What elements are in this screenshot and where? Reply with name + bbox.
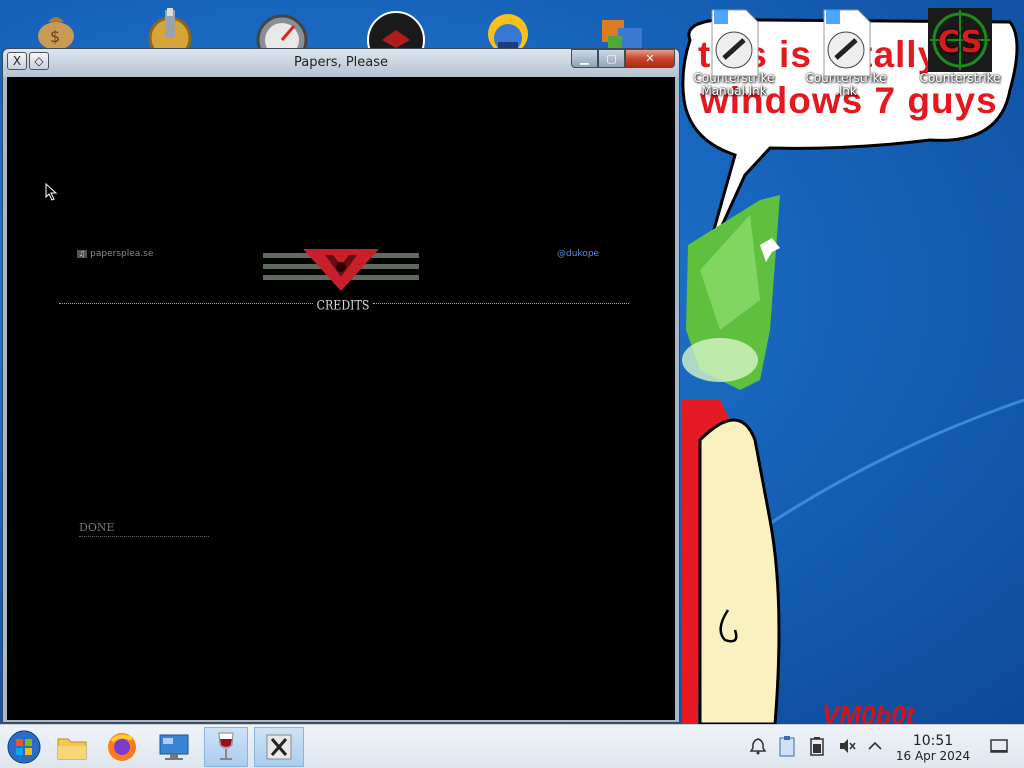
close-button[interactable]: ✕ <box>625 49 675 68</box>
svg-text:$: $ <box>50 27 60 46</box>
wine-glass-icon[interactable] <box>204 727 248 767</box>
svg-text:CS: CS <box>938 25 982 60</box>
desktop-icon-label: Counterstrike <box>919 71 1001 85</box>
website-text: papersplea.se <box>90 249 154 259</box>
credits-divider-left <box>59 303 313 304</box>
taskbar: 10:51 16 Apr 2024 <box>0 724 1024 768</box>
desktop-icon-counterstrike-link[interactable]: Counterstrike .lnk <box>798 6 894 98</box>
red-logo-icon[interactable] <box>364 6 428 50</box>
money-bag-icon[interactable]: $ <box>24 6 88 50</box>
done-button[interactable]: DONE <box>79 521 209 537</box>
watermark-text: VM0b0t <box>822 700 915 724</box>
office-chart-icon[interactable] <box>590 6 654 50</box>
window-titlebar[interactable]: X ◇ Papers, Please ▁ ▢ ✕ <box>3 49 679 77</box>
clock-time[interactable]: 10:51 <box>896 733 970 749</box>
battery-icon[interactable] <box>806 735 828 757</box>
twitter-link[interactable]: @dukope <box>557 249 599 259</box>
shortcut-icon <box>814 6 878 77</box>
speedometer-icon[interactable] <box>250 6 314 50</box>
counterstrike-icon: CS <box>928 6 992 72</box>
mouse-cursor-icon <box>45 183 58 201</box>
remote-desktop-icon[interactable] <box>152 727 196 767</box>
maximize-button[interactable]: ▢ <box>598 49 625 68</box>
desktop-icon-counterstrike-manual[interactable]: Counterstrike Manual.lnk <box>686 6 782 98</box>
credits-heading: CREDITS <box>316 298 370 313</box>
desktop-icon-counterstrike[interactable]: CS Counterstrike <box>912 6 1008 85</box>
firefox-icon[interactable] <box>100 727 144 767</box>
sun-globe-icon[interactable] <box>476 6 540 50</box>
x-window-icon[interactable] <box>254 727 304 767</box>
chevron-up-icon[interactable] <box>864 735 886 757</box>
game-canvas[interactable]: ♫ papersplea.se @dukope CREDITS DONE <box>7 77 675 720</box>
network-bell-icon[interactable] <box>747 735 769 757</box>
clock-date[interactable]: 16 Apr 2024 <box>892 749 974 763</box>
app-window: X ◇ Papers, Please ▁ ▢ ✕ ♫ papersplea.se… <box>2 48 680 723</box>
arstotzka-emblem-icon <box>263 249 419 291</box>
volume-muted-icon[interactable] <box>836 735 858 757</box>
show-desktop-icon[interactable] <box>988 735 1010 757</box>
credits-divider-right <box>373 303 629 304</box>
website-link[interactable]: ♫ papersplea.se <box>77 249 153 259</box>
clipboard-icon[interactable] <box>776 735 798 757</box>
file-manager-icon[interactable] <box>50 727 94 767</box>
shortcut-icon <box>702 6 766 77</box>
music-badge-icon: ♫ <box>77 250 88 258</box>
start-orb-icon[interactable] <box>2 727 46 767</box>
minimize-button[interactable]: ▁ <box>571 49 598 68</box>
gear-pump-icon[interactable] <box>138 6 202 50</box>
